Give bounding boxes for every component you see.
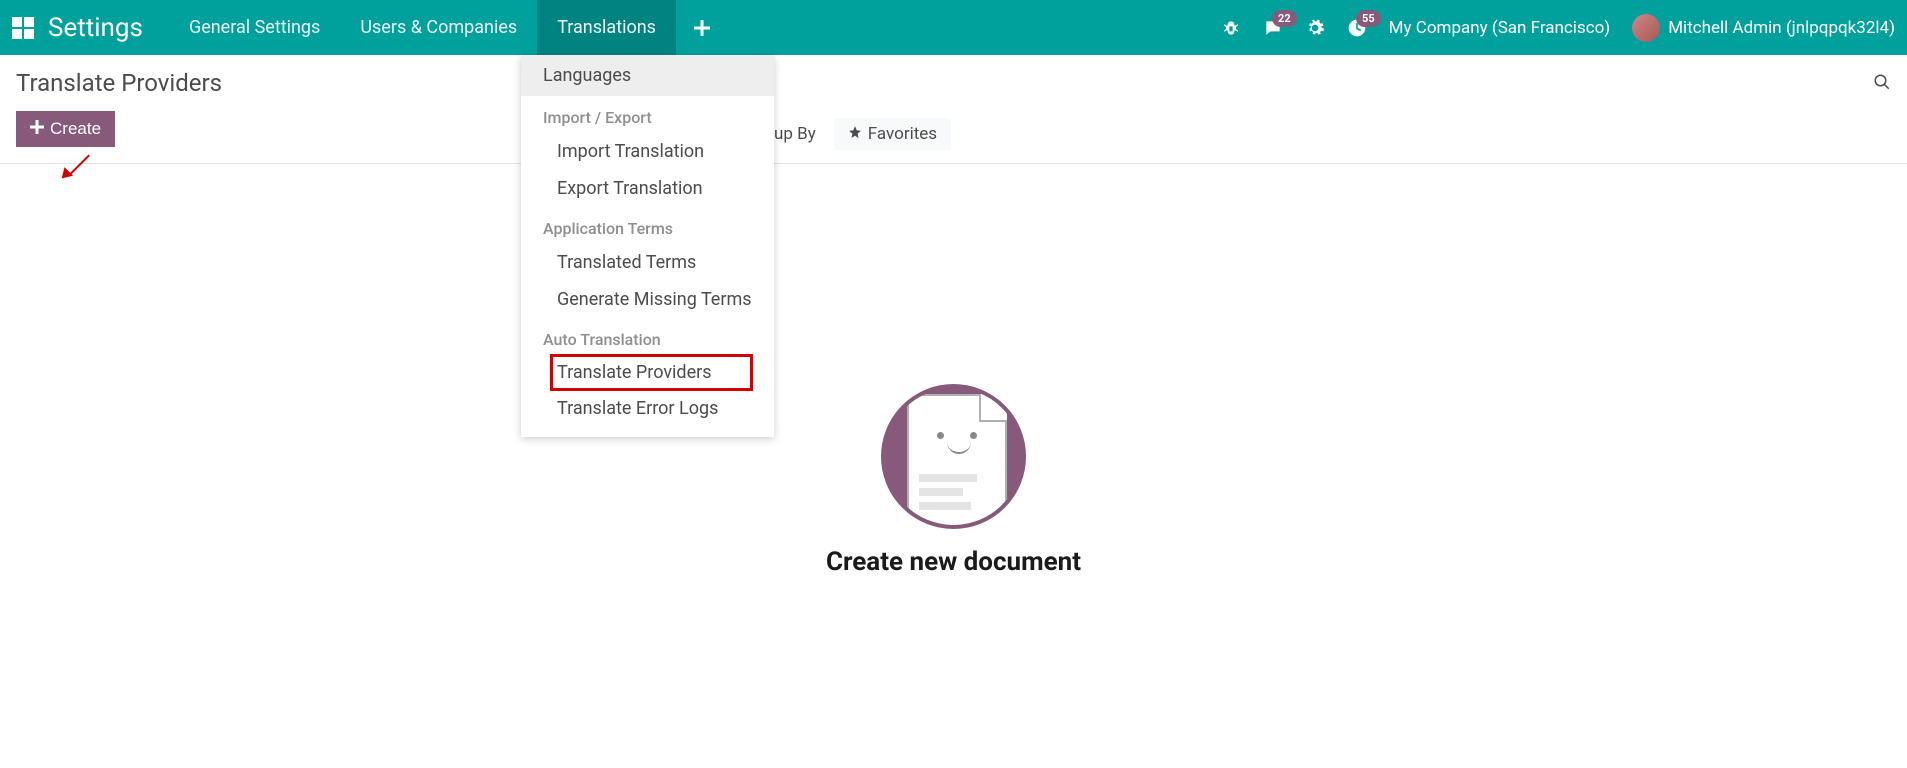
group-by-button[interactable]: up By [770,118,820,150]
empty-state: Create new document [0,384,1907,577]
dd-header-auto-translation: Auto Translation [521,318,774,355]
search-area [1873,73,1891,96]
nav-translations[interactable]: Translations [537,0,676,55]
control-bar: Translate Providers Create [0,55,1907,164]
dd-translate-error-logs[interactable]: Translate Error Logs [521,390,774,427]
nav-new-icon[interactable] [676,0,728,55]
empty-title: Create new document [0,547,1907,577]
dd-translated-terms[interactable]: Translated Terms [521,244,774,281]
translations-dropdown: Languages Import / Export Import Transla… [521,55,774,437]
navbar-left: Settings General Settings Users & Compan… [12,0,728,55]
filter-row: up By Favorites [770,118,951,150]
star-icon [848,124,862,144]
create-label: Create [50,119,101,139]
dd-languages[interactable]: Languages [521,55,774,96]
company-selector[interactable]: My Company (San Francisco) [1389,18,1611,38]
dd-header-application-terms: Application Terms [521,207,774,244]
apps-icon[interactable] [12,17,34,39]
navbar-right: 22 55 My Company (San Francisco) Mitchel… [1221,14,1895,42]
dd-generate-missing-terms[interactable]: Generate Missing Terms [521,281,774,318]
messages-icon[interactable]: 22 [1263,18,1283,38]
dd-translate-providers[interactable]: Translate Providers [551,355,752,390]
create-button[interactable]: Create [16,111,115,147]
debug-icon[interactable] [1221,18,1241,38]
nav-general-settings[interactable]: General Settings [169,0,340,55]
dd-header-import-export: Import / Export [521,96,774,133]
brand-title[interactable]: Settings [48,13,143,43]
nav-users-companies[interactable]: Users & Companies [340,0,537,55]
search-icon[interactable] [1873,75,1891,96]
activities-icon[interactable]: 55 [1347,18,1367,38]
favorites-button[interactable]: Favorites [834,118,951,150]
user-name: Mitchell Admin (jnlpqpqk32l4) [1668,18,1895,38]
plus-icon [30,119,44,139]
dd-import-translation[interactable]: Import Translation [521,133,774,170]
nav-menu: General Settings Users & Companies Trans… [169,0,728,55]
dd-export-translation[interactable]: Export Translation [521,170,774,207]
settings-gear-icon[interactable] [1305,18,1325,38]
page-title: Translate Providers [16,69,1891,97]
navbar: Settings General Settings Users & Compan… [0,0,1907,55]
activities-badge: 55 [1356,10,1381,27]
user-menu[interactable]: Mitchell Admin (jnlpqpqk32l4) [1632,14,1895,42]
favorites-label: Favorites [868,124,937,144]
avatar-icon [1632,14,1660,42]
empty-illustration [881,384,1026,529]
messages-badge: 22 [1272,10,1297,27]
